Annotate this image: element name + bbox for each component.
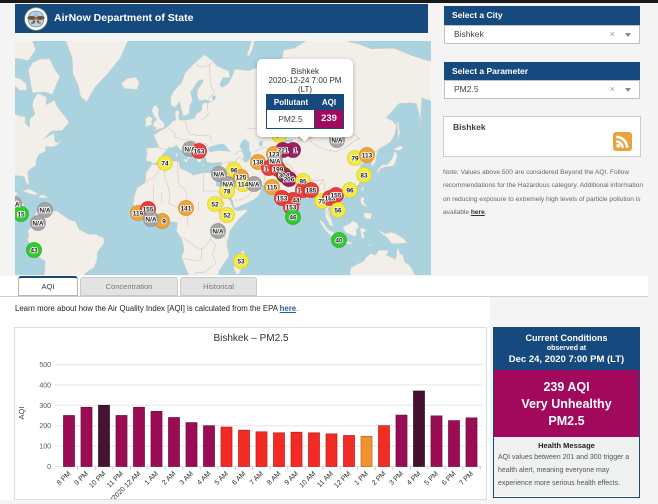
svg-text:40: 40 (335, 237, 343, 244)
svg-text:6 PM: 6 PM (441, 470, 458, 487)
svg-text:52: 52 (223, 212, 231, 219)
svg-text:200: 200 (39, 423, 51, 430)
svg-text:400: 400 (39, 382, 51, 389)
svg-text:141: 141 (181, 205, 192, 212)
svg-text:123: 123 (269, 151, 280, 158)
svg-text:1 AM: 1 AM (144, 470, 160, 486)
svg-text:11 AM: 11 AM (316, 470, 335, 489)
svg-text:95: 95 (299, 178, 307, 185)
svg-text:12 PM: 12 PM (333, 470, 352, 489)
svg-text:96: 96 (230, 167, 238, 174)
svg-text:46: 46 (289, 214, 297, 221)
svg-text:N/A: N/A (212, 228, 224, 235)
svg-text:138: 138 (253, 159, 264, 166)
svg-text:500: 500 (39, 362, 51, 369)
svg-text:N/A: N/A (331, 137, 343, 144)
svg-text:N/A: N/A (213, 171, 225, 178)
svg-text:206: 206 (284, 176, 295, 183)
svg-text:N/A: N/A (248, 181, 260, 188)
svg-text:N/A: N/A (222, 181, 234, 188)
svg-text:N/A: N/A (32, 220, 44, 227)
svg-text:100: 100 (39, 444, 51, 451)
svg-text:N/A: N/A (145, 216, 157, 223)
svg-text:78: 78 (223, 188, 231, 195)
svg-text:1: 1 (294, 147, 298, 154)
svg-text:10 PM: 10 PM (88, 470, 107, 489)
svg-text:N/A: N/A (15, 201, 20, 208)
svg-text:0: 0 (47, 464, 51, 471)
svg-text:3 AM: 3 AM (179, 470, 195, 486)
svg-text:153: 153 (286, 204, 297, 211)
svg-text:2 PM: 2 PM (371, 470, 388, 487)
svg-text:153: 153 (277, 195, 288, 202)
svg-text:10 AM: 10 AM (298, 470, 317, 489)
svg-text:56: 56 (334, 207, 342, 214)
svg-text:Bishkek – PM2.5: Bishkek – PM2.5 (213, 333, 288, 344)
svg-text:3 PM: 3 PM (388, 470, 405, 487)
svg-text:79: 79 (351, 155, 359, 162)
svg-text:300: 300 (39, 403, 51, 410)
svg-text:114: 114 (238, 181, 249, 188)
svg-text:1: 1 (264, 165, 268, 172)
svg-text:7 PM: 7 PM (458, 470, 475, 487)
svg-text:83: 83 (360, 172, 368, 179)
svg-text:9: 9 (162, 218, 166, 225)
svg-text:74: 74 (161, 160, 169, 167)
svg-text:N/A: N/A (39, 207, 51, 214)
svg-text:5 PM: 5 PM (423, 470, 440, 487)
svg-text:5 AM: 5 AM (214, 470, 230, 486)
svg-text:4 PM: 4 PM (406, 470, 423, 487)
svg-text:53: 53 (237, 258, 245, 265)
svg-text:113: 113 (362, 152, 373, 159)
svg-text:155: 155 (143, 206, 154, 213)
svg-text:7 AM: 7 AM (249, 470, 265, 486)
svg-text:52: 52 (211, 201, 219, 208)
svg-text:163: 163 (194, 148, 205, 155)
svg-text:115: 115 (267, 184, 278, 191)
svg-text:155: 155 (331, 192, 342, 199)
svg-text:8 PM: 8 PM (56, 470, 73, 487)
svg-text:44: 44 (292, 197, 300, 204)
svg-text:N/A: N/A (269, 158, 281, 165)
svg-text:185: 185 (306, 187, 317, 194)
svg-text:2 AM: 2 AM (161, 470, 177, 486)
svg-text:6 AM: 6 AM (231, 470, 247, 486)
svg-text:15: 15 (17, 211, 25, 218)
svg-text:AQI: AQI (17, 407, 26, 420)
svg-text:43: 43 (30, 247, 38, 254)
svg-text:1 PM: 1 PM (353, 470, 370, 487)
svg-text:4 AM: 4 AM (196, 470, 212, 486)
svg-text:1: 1 (297, 187, 301, 194)
svg-text:96: 96 (346, 187, 354, 194)
svg-text:8 AM: 8 AM (266, 470, 282, 486)
svg-text:125: 125 (236, 174, 247, 181)
